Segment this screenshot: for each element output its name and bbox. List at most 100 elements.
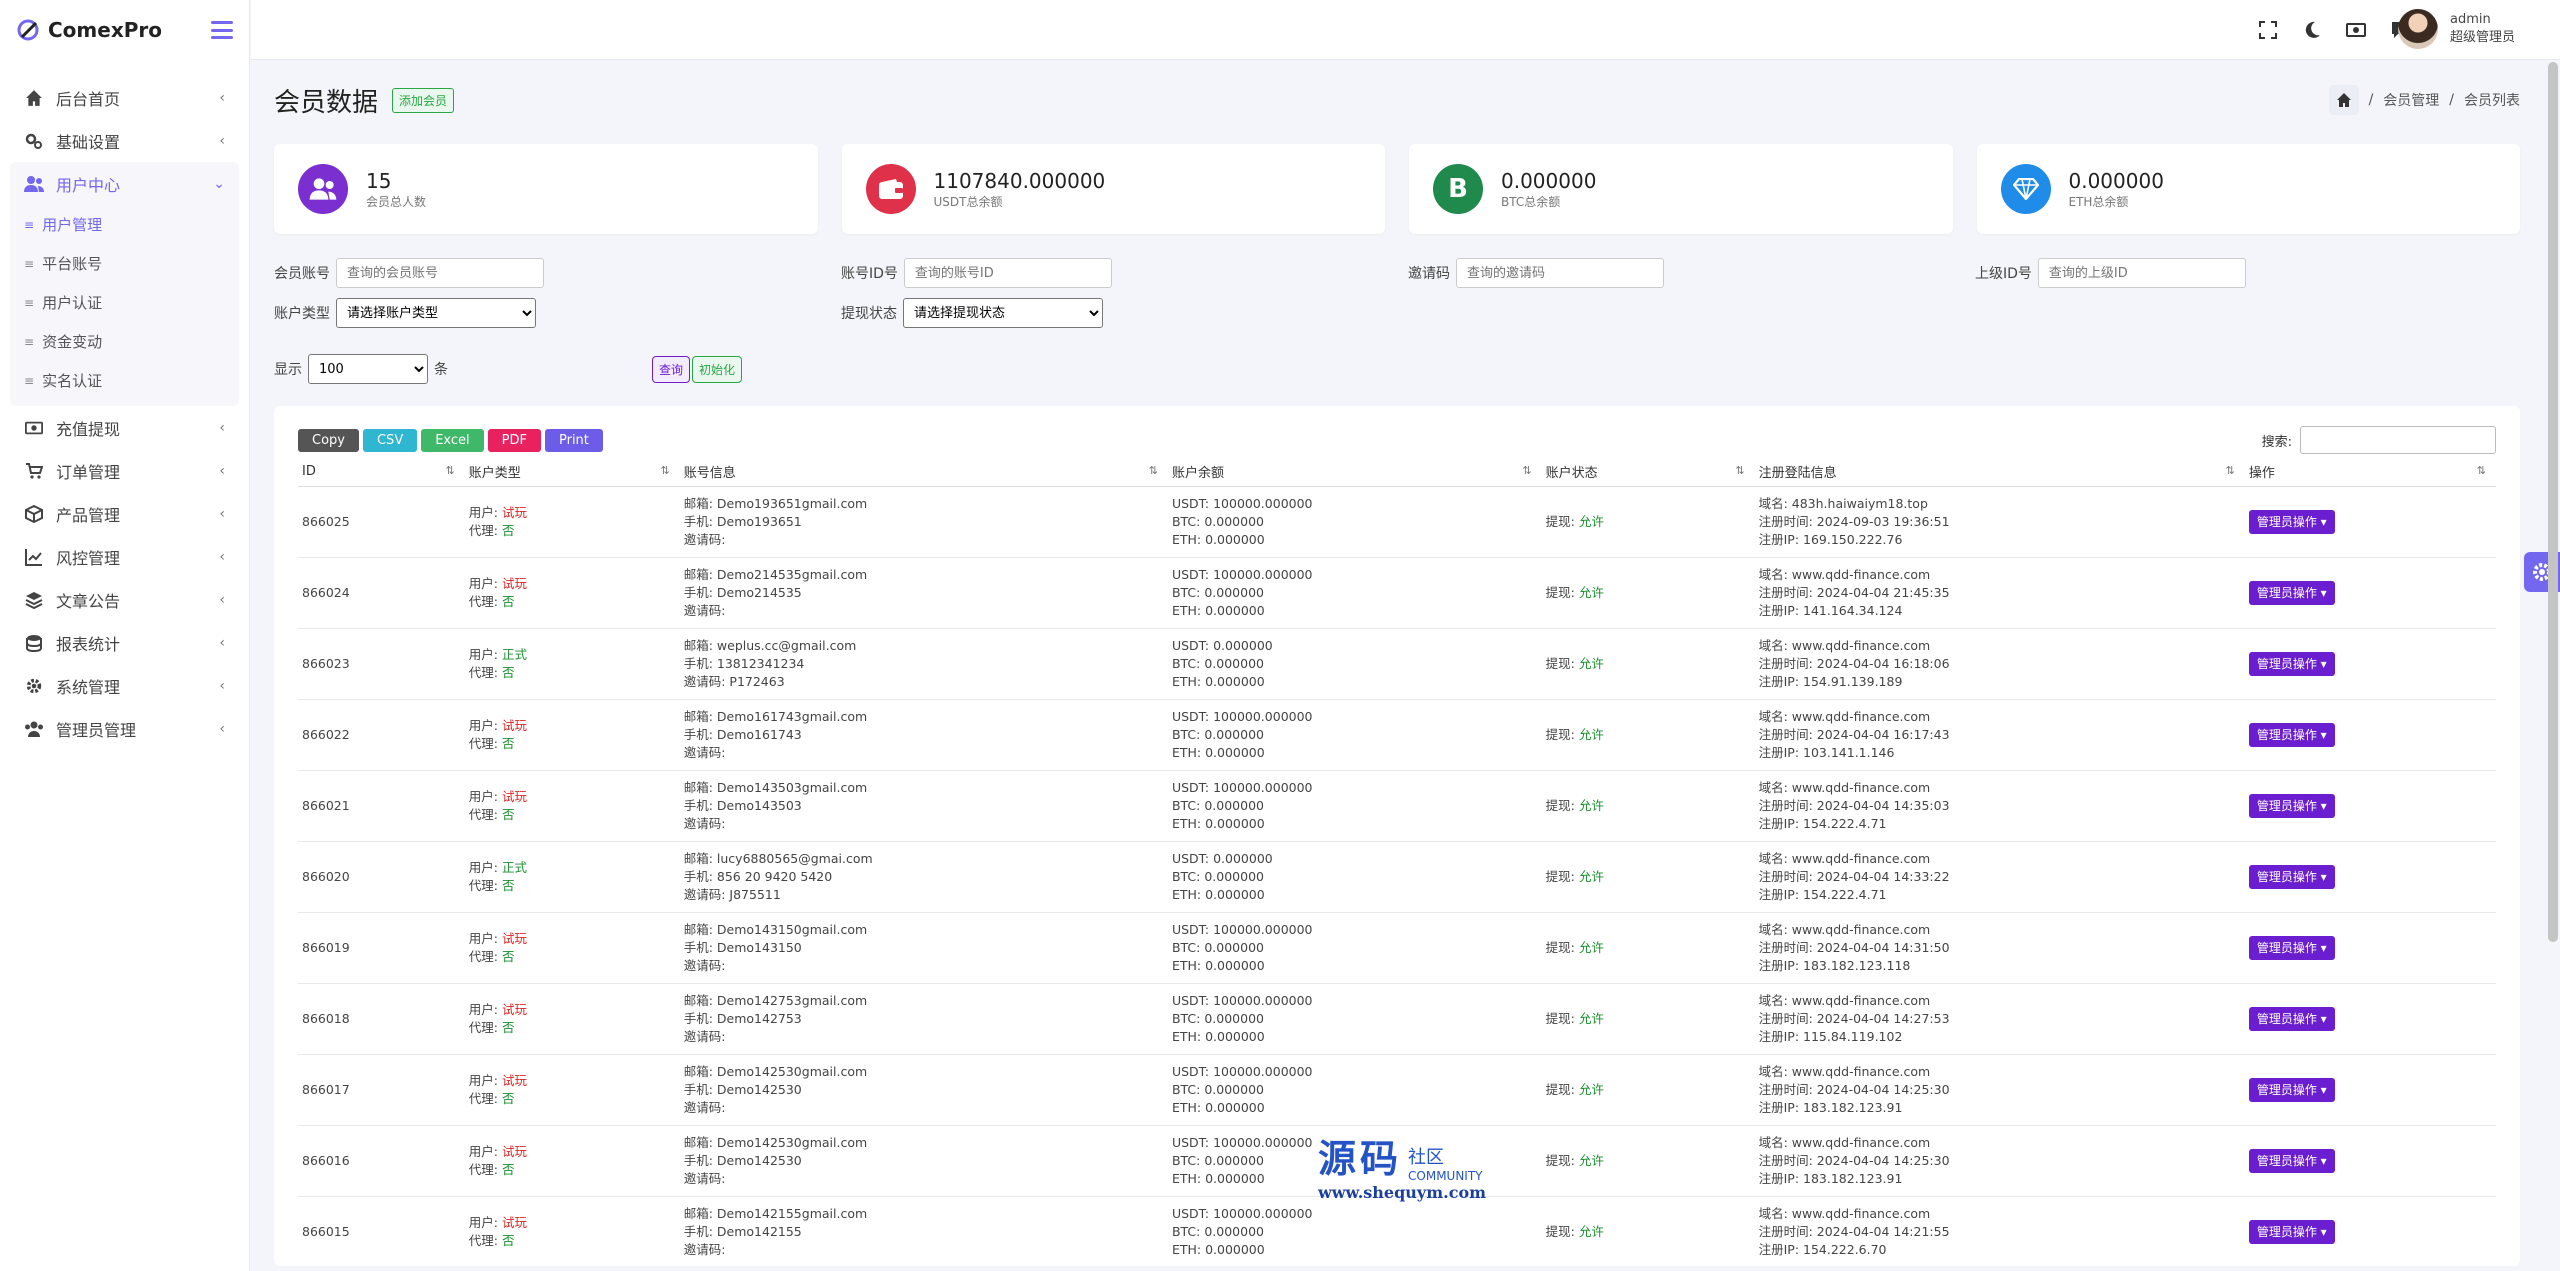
query-button[interactable]: 查询: [652, 356, 691, 383]
sort-arrows-icon[interactable]: ⇅: [1149, 464, 1158, 477]
sort-arrows-icon[interactable]: ⇅: [661, 464, 670, 477]
stat-meta: 0.000000 ETH总余额: [2069, 169, 2164, 210]
submenu-item-1[interactable]: ≡ 平台账号: [10, 244, 239, 283]
cell-line-prefix: 邀请码:: [683, 1099, 726, 1115]
column-header-1[interactable]: 账户类型 ⇅: [464, 458, 680, 487]
export-excel-button[interactable]: Excel: [421, 428, 484, 452]
export-csv-button[interactable]: CSV: [362, 428, 418, 452]
sidebar-item-after-2[interactable]: 产品管理 ‹: [0, 492, 249, 535]
user-menu[interactable]: admin 超级管理员: [2397, 9, 2515, 49]
sort-arrows-icon[interactable]: ⇅: [2477, 464, 2486, 477]
submenu-item-4[interactable]: ≡ 实名认证: [10, 361, 239, 400]
admin-action-dropdown-button[interactable]: 管理员操作 ▾: [2248, 1219, 2335, 1244]
page-size-select[interactable]: 100: [308, 354, 428, 384]
dark-mode-moon-icon[interactable]: [2302, 20, 2322, 40]
cell-line-value: 2024-04-04 21:45:35: [1816, 584, 1950, 600]
account-id-input[interactable]: [903, 258, 1112, 288]
account-input[interactable]: [336, 258, 544, 288]
column-header-4[interactable]: 账户状态 ⇅: [1541, 458, 1755, 487]
sidebar-item-after-3-content: 风控管理: [24, 545, 120, 569]
admin-action-dropdown-button[interactable]: 管理员操作 ▾: [2248, 580, 2335, 605]
withdraw-status-select[interactable]: 请选择提现状态: [903, 298, 1103, 328]
brand[interactable]: ComexPro: [16, 17, 162, 43]
parent-id-input[interactable]: [2037, 258, 2246, 288]
column-header-5[interactable]: 注册登陆信息 ⇅: [1754, 458, 2245, 487]
cell-line-value: 100000.000000: [1213, 1134, 1313, 1150]
submenu-item-0[interactable]: ≡ 用户管理: [10, 205, 239, 244]
reset-button[interactable]: 初始化: [692, 356, 743, 383]
cell-status: 提现: 允许: [1541, 770, 1755, 842]
sort-arrows-icon[interactable]: ⇅: [446, 464, 455, 477]
sidebar-item-after-6[interactable]: 系统管理 ‹: [0, 664, 249, 707]
sort-arrows-icon[interactable]: ⇅: [1522, 464, 1531, 477]
cell-line: BTC: 0.000000: [1172, 1010, 1538, 1028]
sidebar-item-after-0[interactable]: 充值提现 ‹: [0, 406, 249, 449]
export-copy-button[interactable]: Copy: [298, 428, 359, 452]
cell-line-value: 0.000000: [1204, 1010, 1264, 1026]
page-scrollbar[interactable]: [2548, 62, 2558, 942]
cell-line-prefix: 手机:: [683, 1152, 717, 1168]
cell-line: BTC: 0.000000: [1172, 868, 1538, 886]
sidebar-item-1[interactable]: 基础设置 ‹: [0, 119, 249, 162]
menu-toggle-icon[interactable]: [211, 21, 233, 39]
sidebar-item-after-4[interactable]: 文章公告 ‹: [0, 578, 249, 621]
sidebar-item-after-1[interactable]: 订单管理 ‹: [0, 449, 249, 492]
column-header-2[interactable]: 账号信息 ⇅: [679, 458, 1168, 487]
column-header-0[interactable]: ID ⇅: [298, 458, 465, 487]
admin-action-dropdown-button[interactable]: 管理员操作 ▾: [2248, 1148, 2335, 1173]
cell-line-prefix: 邀请码:: [683, 1170, 726, 1186]
export-pdf-button[interactable]: PDF: [487, 428, 541, 452]
cell-line: BTC: 0.000000: [1172, 1223, 1538, 1241]
cell-account-info: 邮箱: Demo142753gmail.com 手机: Demo142753 邀请码…: [679, 983, 1168, 1055]
cell-line-value: 100000.000000: [1213, 992, 1313, 1008]
sidebar-item-user-center[interactable]: 用户中心 ⌄: [10, 162, 239, 205]
sort-arrows-icon[interactable]: ⇅: [1735, 464, 1744, 477]
admin-action-dropdown-button[interactable]: 管理员操作 ▾: [2248, 722, 2335, 747]
cell-line: ETH: 0.000000: [1172, 744, 1538, 762]
breadcrumb-item-member-manage[interactable]: 会员管理: [2383, 90, 2439, 110]
table-row: 866025 用户: 试玩 代理: 否邮箱: Demo193651gmail.com…: [298, 486, 2496, 558]
cell-line: 邮箱: Demo143503gmail.com: [684, 779, 1164, 797]
admin-action-dropdown-button[interactable]: 管理员操作 ▾: [2248, 1077, 2335, 1102]
fullscreen-icon[interactable]: [2258, 20, 2278, 40]
admin-action-dropdown-button[interactable]: 管理员操作 ▾: [2248, 509, 2335, 534]
invite-input[interactable]: [1456, 258, 1664, 288]
submenu-item-3[interactable]: ≡ 资金变动: [10, 322, 239, 361]
cell-line-value: 0.000000: [1204, 513, 1264, 529]
cell-line-value: 100000.000000: [1213, 708, 1313, 724]
cell-line: ETH: 0.000000: [1172, 815, 1538, 833]
cell-line-prefix: 提现:: [1545, 513, 1579, 529]
cell-line-prefix: 域名:: [1758, 1134, 1792, 1150]
cell-line-value: Demo193651: [716, 513, 802, 529]
cell-line-prefix: BTC:: [1171, 1081, 1205, 1097]
admin-action-dropdown-button[interactable]: 管理员操作 ▾: [2248, 1006, 2335, 1031]
cell-line-value: 154.222.4.71: [1803, 815, 1887, 831]
sidebar-item-after-3[interactable]: 风控管理 ‹: [0, 535, 249, 578]
admin-action-dropdown-button[interactable]: 管理员操作 ▾: [2248, 935, 2335, 960]
admin-action-dropdown-button[interactable]: 管理员操作 ▾: [2248, 651, 2335, 676]
sidebar-item-after-5[interactable]: 报表统计 ‹: [0, 621, 249, 664]
cell-line-value: 试玩: [501, 788, 527, 804]
admin-action-dropdown-button[interactable]: 管理员操作 ▾: [2248, 864, 2335, 889]
avatar[interactable]: [2397, 9, 2438, 49]
cell-line-value: 否: [501, 948, 515, 964]
sort-arrows-icon[interactable]: ⇅: [2226, 464, 2235, 477]
admin-action-dropdown-button[interactable]: 管理员操作 ▾: [2248, 793, 2335, 818]
sidebar-item-0[interactable]: 后台首页 ‹: [0, 76, 249, 119]
column-header-label: 注册登陆信息: [1758, 466, 1837, 482]
cell-line-value: www.qdd-finance.com: [1791, 566, 1931, 582]
cell-line: 提现: 允许: [1546, 797, 1751, 815]
column-header-3[interactable]: 账户余额 ⇅: [1167, 458, 1542, 487]
sidebar-item-after-7[interactable]: 管理员管理 ‹: [0, 707, 249, 750]
breadcrumb-home-icon[interactable]: [2328, 85, 2359, 115]
submenu-item-2[interactable]: ≡ 用户认证: [10, 283, 239, 322]
money-bill-icon[interactable]: [2346, 20, 2366, 40]
column-header-6[interactable]: 操作 ⇅: [2244, 458, 2496, 487]
users-icon: [298, 164, 348, 214]
stat-card-1: 1107840.000000 USDT总余额: [841, 144, 1385, 234]
cell-line-value: www.qdd-finance.com: [1791, 1063, 1931, 1079]
table-search-input[interactable]: [2300, 426, 2496, 454]
add-member-button[interactable]: 添加会员: [392, 87, 455, 113]
account-type-select[interactable]: 请选择账户类型: [336, 298, 536, 328]
export-print-button[interactable]: Print: [544, 428, 603, 452]
